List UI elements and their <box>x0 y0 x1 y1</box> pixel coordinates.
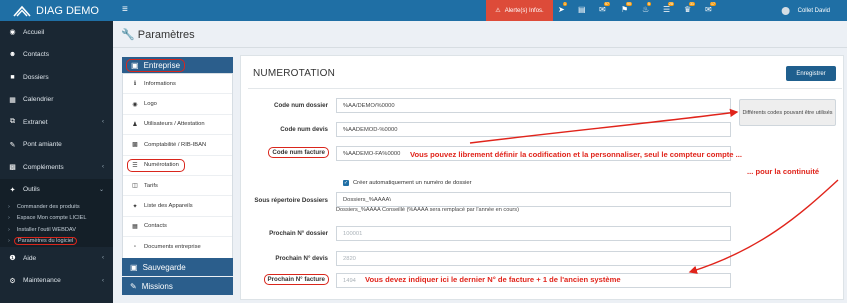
arrow-to-prochain-facture <box>688 179 839 274</box>
arrow-to-diff-button <box>469 108 739 144</box>
annotation-arrows <box>469 108 839 274</box>
